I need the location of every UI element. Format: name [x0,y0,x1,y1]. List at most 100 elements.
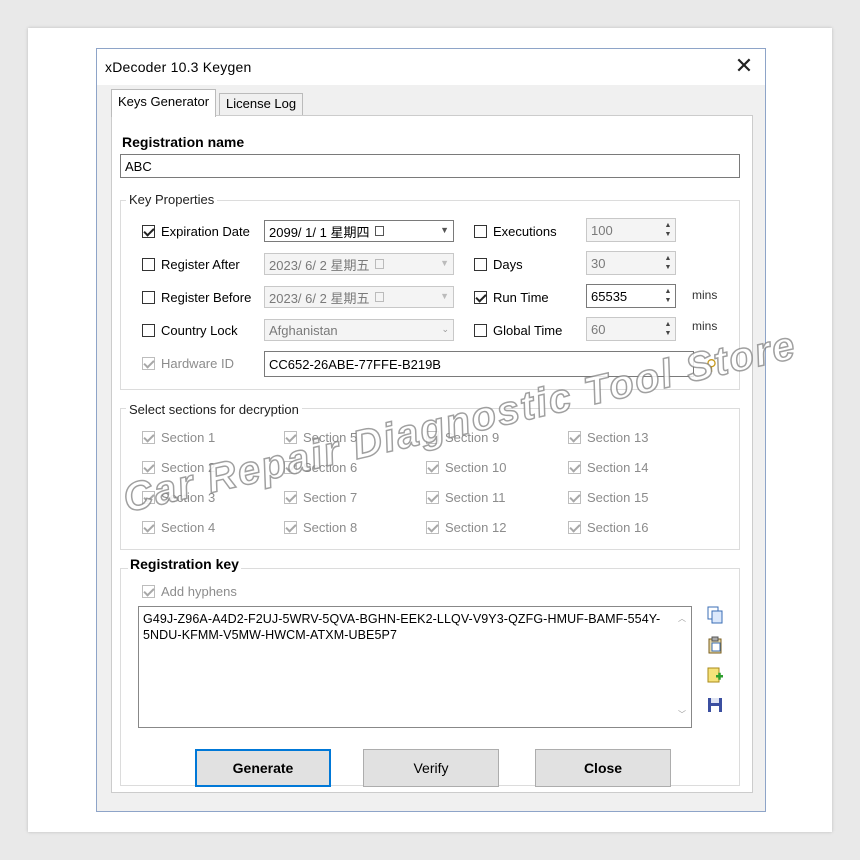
section-checkbox[interactable]: Section 9 [426,430,499,445]
section-checkbox[interactable]: Section 8 [284,520,357,535]
title-bar: xDecoder 10.3 Keygen ✕ [97,49,765,85]
global-time-spinner[interactable]: 60 ▲ ▼ [586,317,676,341]
scrollbar[interactable]: ︿ ﹀ [677,611,687,723]
section-label: Section 8 [303,520,358,535]
run-time-checkbox[interactable]: Run Time [474,290,549,305]
registration-name-label: Registration name [122,134,245,150]
days-value: 30 [591,255,606,271]
section-label: Section 12 [445,520,507,535]
registration-key-textarea[interactable]: G49J-Z96A-A4D2-F2UJ-5WRV-5QVA-BGHN-EEK2-… [138,606,692,728]
section-checkbox[interactable]: Section 5 [284,430,357,445]
checkbox-checked [142,521,155,534]
checkbox-checked [426,491,439,504]
executions-checkbox[interactable]: Executions [474,224,557,239]
global-time-unit: mins [692,319,718,333]
country-lock-value: Afghanistan [269,322,338,338]
checkbox-checked [474,291,487,304]
spin-arrows-icon: ▲ ▼ [664,321,672,337]
expiration-date-checkbox[interactable]: Expiration Date [142,224,250,239]
days-label: Days [493,257,523,272]
days-checkbox[interactable]: Days [474,257,523,272]
section-label: Section 11 [445,490,506,505]
checkbox-checked [142,491,155,504]
checkbox-checked [142,461,155,474]
key-properties-title: Key Properties [126,192,218,207]
section-checkbox[interactable]: Section 3 [142,490,215,505]
section-label: Section 3 [161,490,216,505]
checkbox-checked [142,357,155,370]
section-checkbox[interactable]: Section 12 [426,520,506,535]
add-hyphens-checkbox[interactable]: Add hyphens [142,584,237,599]
generate-button[interactable]: Generate [195,749,331,787]
scroll-up-icon[interactable]: ︿ [677,611,687,627]
run-time-spinner[interactable]: 65535 ▲ ▼ [586,284,676,308]
paste-icon[interactable] [706,636,724,654]
executions-spinner[interactable]: 100 ▲ ▼ [586,218,676,242]
checkbox-checked [426,461,439,474]
global-time-checkbox[interactable]: Global Time [474,323,562,338]
checkbox-checked [284,461,297,474]
checkbox-checked [142,585,155,598]
days-spinner[interactable]: 30 ▲ ▼ [586,251,676,275]
hardware-lookup-icon[interactable]: ⚲ [706,356,717,374]
checkbox-checked [568,521,581,534]
checkbox-checked [142,225,155,238]
section-checkbox[interactable]: Section 13 [568,430,648,445]
registration-key-label: Registration key [128,556,241,572]
section-label: Section 13 [587,430,649,445]
hardware-id-checkbox[interactable]: Hardware ID [142,356,234,371]
checkbox-checked [142,431,155,444]
executions-value: 100 [591,222,613,238]
chevron-down-icon: ⌄ [441,324,449,334]
close-button[interactable]: Close [535,749,671,787]
section-label: Section 1 [161,430,216,445]
checkbox-unchecked [142,258,155,271]
copy-icon[interactable] [706,606,724,624]
tab-keys-generator[interactable]: Keys Generator [111,89,217,117]
register-before-checkbox[interactable]: Register Before [142,290,251,305]
add-file-icon[interactable] [706,666,724,684]
run-time-unit: mins [692,288,718,302]
section-checkbox[interactable]: Section 11 [426,490,505,505]
section-checkbox[interactable]: Section 16 [568,520,648,535]
section-checkbox[interactable]: Section 6 [284,460,357,475]
section-label: Section 10 [445,460,507,475]
section-checkbox[interactable]: Section 4 [142,520,215,535]
hardware-id-input[interactable]: CC652-26ABE-77FFE-B219B [264,351,694,377]
run-time-value: 65535 [591,288,628,304]
section-checkbox[interactable]: Section 7 [284,490,357,505]
tab-license-log[interactable]: License Log [219,93,304,115]
country-lock-checkbox[interactable]: Country Lock [142,323,238,338]
expiration-date-picker[interactable]: 2099/ 1/ 1 星期四 ▼ [264,220,454,242]
section-label: Section 5 [303,430,358,445]
verify-button[interactable]: Verify [363,749,499,787]
calendar-icon [375,259,385,269]
register-after-picker[interactable]: 2023/ 6/ 2 星期五 ▼ [264,253,454,275]
scroll-down-icon[interactable]: ﹀ [677,707,687,723]
section-checkbox[interactable]: Section 14 [568,460,648,475]
expiration-date-label: Expiration Date [161,224,250,239]
checkbox-checked [568,431,581,444]
section-checkbox[interactable]: Section 15 [568,490,648,505]
checkbox-unchecked [142,324,155,337]
section-label: Section 15 [587,490,649,505]
global-time-label: Global Time [493,323,563,338]
checkbox-checked [568,461,581,474]
save-icon[interactable] [706,696,724,714]
checkbox-checked [568,491,581,504]
country-lock-select[interactable]: Afghanistan ⌄ [264,319,454,341]
section-checkbox[interactable]: Section 1 [142,430,215,445]
section-checkbox[interactable]: Section 10 [426,460,506,475]
sections-title: Select sections for decryption [126,402,302,417]
hardware-id-value: CC652-26ABE-77FFE-B219B [269,356,441,372]
checkbox-checked [284,491,297,504]
hardware-id-label: Hardware ID [161,356,234,371]
registration-name-input[interactable]: ABC [120,154,740,178]
expiration-date-value: 2099/ 1/ 1 星期四 [269,224,370,240]
register-before-picker[interactable]: 2023/ 6/ 2 星期五 ▼ [264,286,454,308]
calendar-icon [375,226,385,236]
checkbox-unchecked [142,291,155,304]
register-after-checkbox[interactable]: Register After [142,257,240,272]
close-icon[interactable]: ✕ [731,53,757,79]
section-checkbox[interactable]: Section 2 [142,460,215,475]
